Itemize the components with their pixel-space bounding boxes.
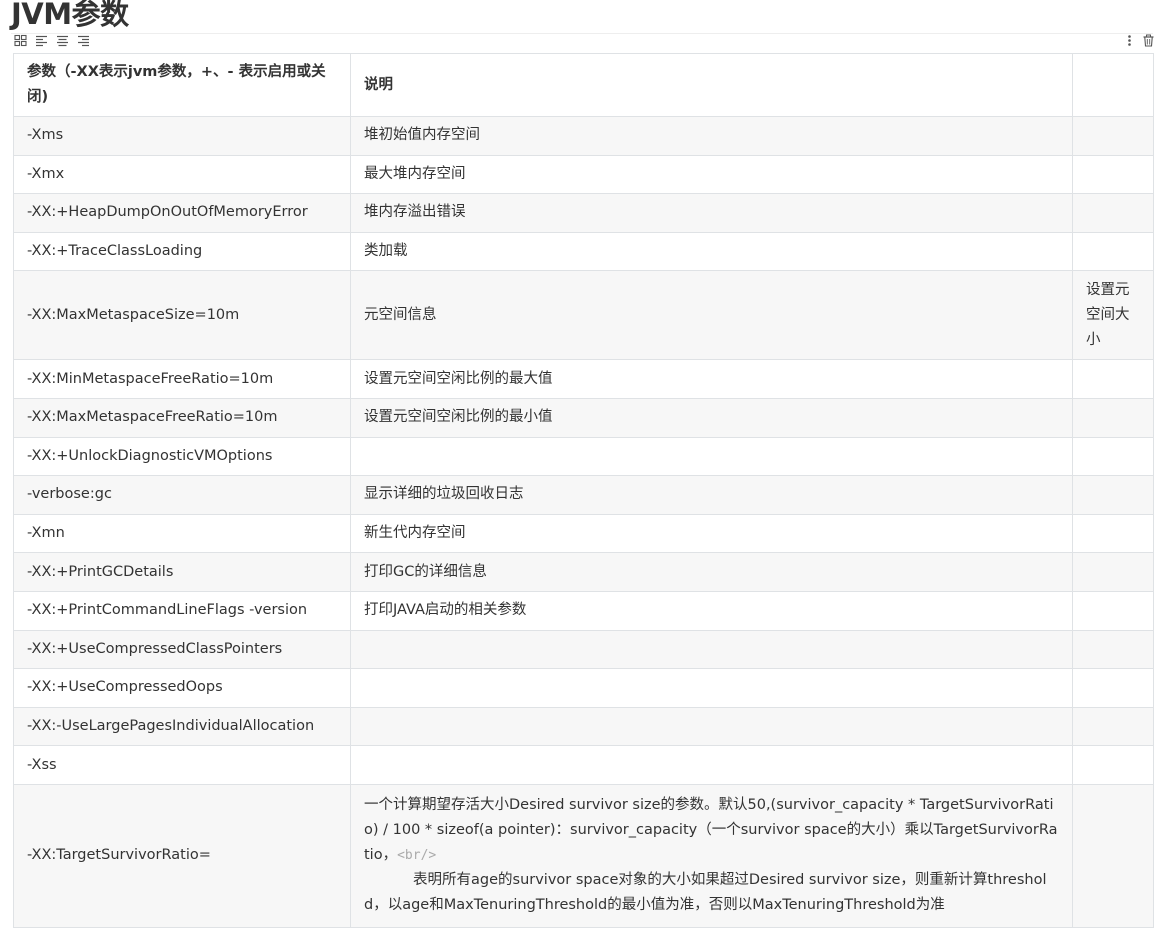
cell-note[interactable] — [1072, 397, 1154, 438]
header-description[interactable]: 说明 — [350, 53, 1073, 117]
table-toolbar-right — [1123, 33, 1155, 47]
table-row: -XX:TargetSurvivorRatio= 一个计算期望存活大小Desir… — [13, 783, 1154, 928]
cell-note[interactable] — [1072, 552, 1154, 592]
table-row: -Xmx 最大堆内存空间 — [13, 154, 1154, 195]
title-divider — [11, 33, 1153, 34]
jvm-params-table: 参数（-XX表示jvm参数，+、- 表示启用或关闭) 说明 -Xms 堆初始值内存… — [13, 53, 1154, 928]
cell-param[interactable]: -XX:+HeapDumpOnOutOfMemoryError — [13, 193, 351, 233]
table-row: -XX:+TraceClassLoading 类加载 — [13, 231, 1154, 272]
table-row: -XX:+UseCompressedOops — [13, 668, 1154, 708]
cell-param[interactable]: -XX:MaxMetaspaceSize=10m — [13, 270, 351, 361]
cell-param[interactable]: -Xss — [13, 745, 351, 785]
cell-param[interactable]: -XX:+UnlockDiagnosticVMOptions — [13, 436, 351, 477]
html-tag-text: <br/> — [397, 848, 437, 864]
cell-description[interactable] — [350, 668, 1073, 708]
page-title: JVM参数 — [11, 0, 129, 31]
cell-param[interactable]: -XX:+UseCompressedClassPointers — [13, 629, 351, 670]
table-row: -XX:MaxMetaspaceFreeRatio=10m 设置元空间空闲比例的最… — [13, 397, 1154, 438]
cell-param[interactable]: -XX:TargetSurvivorRatio= — [13, 783, 351, 928]
cell-param[interactable]: -XX:+TraceClassLoading — [13, 231, 351, 272]
cell-note[interactable] — [1072, 154, 1154, 195]
cell-description[interactable]: 类加载 — [350, 231, 1073, 272]
table-row: -XX:+HeapDumpOnOutOfMemoryError 堆内存溢出错误 — [13, 193, 1154, 233]
cell-note[interactable] — [1072, 513, 1154, 554]
cell-description-text: 表明所有age的survivor space对象的大小如果超过Desired s… — [364, 872, 1047, 914]
cell-description[interactable]: 一个计算期望存活大小Desired survivor size的参数。默认50,… — [350, 783, 1073, 928]
cell-description[interactable]: 堆内存溢出错误 — [350, 193, 1073, 233]
table-toolbar-left — [14, 33, 90, 47]
align-right-icon[interactable] — [77, 34, 90, 47]
more-vertical-icon[interactable] — [1123, 34, 1136, 47]
cell-note[interactable] — [1072, 436, 1154, 477]
cell-description[interactable]: 最大堆内存空间 — [350, 154, 1073, 195]
cell-note[interactable] — [1072, 231, 1154, 272]
cell-description[interactable] — [350, 706, 1073, 747]
cell-note[interactable] — [1072, 116, 1154, 156]
align-center-icon[interactable] — [56, 34, 69, 47]
cell-description[interactable]: 打印JAVA启动的相关参数 — [350, 590, 1073, 631]
cell-description[interactable]: 打印GC的详细信息 — [350, 552, 1073, 592]
table-row: -verbose:gc 显示详细的垃圾回收日志 — [13, 475, 1154, 515]
cell-note[interactable] — [1072, 783, 1154, 928]
table-row: -XX:+UnlockDiagnosticVMOptions — [13, 436, 1154, 477]
cell-param[interactable]: -Xms — [13, 116, 351, 156]
cell-description[interactable]: 堆初始值内存空间 — [350, 116, 1073, 156]
cell-param[interactable]: -XX:+PrintCommandLineFlags -version — [13, 590, 351, 631]
table-header-row: 参数（-XX表示jvm参数，+、- 表示启用或关闭) 说明 — [13, 53, 1154, 117]
table-row: -XX:+PrintGCDetails 打印GC的详细信息 — [13, 552, 1154, 592]
cell-note[interactable] — [1072, 590, 1154, 631]
cell-note[interactable] — [1072, 668, 1154, 708]
cell-param[interactable]: -verbose:gc — [13, 475, 351, 515]
cell-note[interactable]: 设置元空间大小 — [1072, 270, 1154, 361]
table-grid-icon[interactable] — [14, 34, 27, 47]
cell-param[interactable]: -XX:+UseCompressedOops — [13, 668, 351, 708]
cell-description[interactable] — [350, 436, 1073, 477]
align-left-icon[interactable] — [35, 34, 48, 47]
table-row: -XX:MinMetaspaceFreeRatio=10m 设置元空间空闲比例的最… — [13, 359, 1154, 399]
cell-note[interactable] — [1072, 629, 1154, 670]
table-row: -Xmn 新生代内存空间 — [13, 513, 1154, 554]
cell-note[interactable] — [1072, 193, 1154, 233]
cell-param[interactable]: -Xmx — [13, 154, 351, 195]
cell-param[interactable]: -XX:MaxMetaspaceFreeRatio=10m — [13, 397, 351, 438]
table-row: -XX:-UseLargePagesIndividualAllocation — [13, 706, 1154, 747]
cell-description[interactable]: 新生代内存空间 — [350, 513, 1073, 554]
cell-param[interactable]: -XX:+PrintGCDetails — [13, 552, 351, 592]
cell-description[interactable]: 设置元空间空闲比例的最大值 — [350, 359, 1073, 399]
cell-param[interactable]: -Xmn — [13, 513, 351, 554]
table-row: -Xms 堆初始值内存空间 — [13, 116, 1154, 156]
header-param[interactable]: 参数（-XX表示jvm参数，+、- 表示启用或关闭) — [13, 53, 351, 117]
cell-note[interactable] — [1072, 745, 1154, 785]
cell-description[interactable]: 元空间信息 — [350, 270, 1073, 361]
cell-description-text: 一个计算期望存活大小Desired survivor size的参数。默认50,… — [364, 797, 1058, 864]
cell-param[interactable]: -XX:MinMetaspaceFreeRatio=10m — [13, 359, 351, 399]
table-row: -XX:+PrintCommandLineFlags -version 打印JAV… — [13, 590, 1154, 631]
header-note[interactable] — [1072, 53, 1154, 117]
table-row: -XX:+UseCompressedClassPointers — [13, 629, 1154, 670]
cell-description[interactable]: 显示详细的垃圾回收日志 — [350, 475, 1073, 515]
cell-param[interactable]: -XX:-UseLargePagesIndividualAllocation — [13, 706, 351, 747]
cell-note[interactable] — [1072, 706, 1154, 747]
cell-description[interactable]: 设置元空间空闲比例的最小值 — [350, 397, 1073, 438]
cell-note[interactable] — [1072, 475, 1154, 515]
cell-note[interactable] — [1072, 359, 1154, 399]
table-row: -Xss — [13, 745, 1154, 785]
table-row: -XX:MaxMetaspaceSize=10m 元空间信息 设置元空间大小 — [13, 270, 1154, 361]
delete-icon[interactable] — [1142, 34, 1155, 47]
cell-description[interactable] — [350, 629, 1073, 670]
cell-description[interactable] — [350, 745, 1073, 785]
